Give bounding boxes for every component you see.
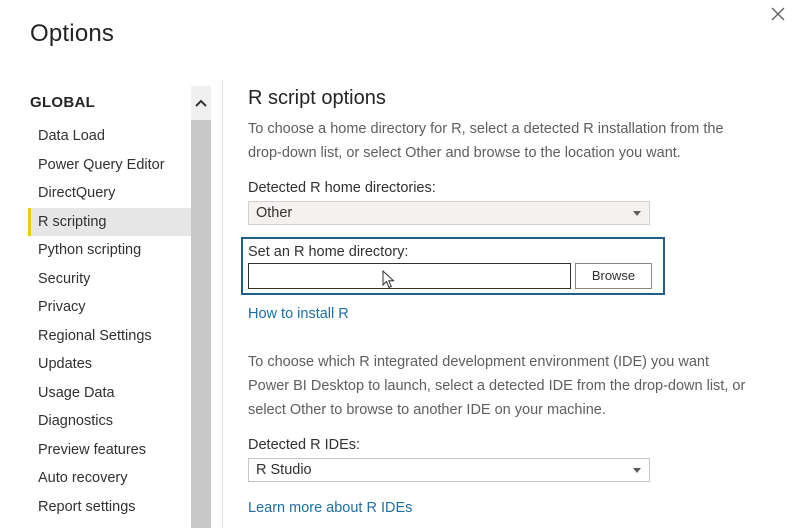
home-dirs-selected-value: Other bbox=[256, 205, 293, 221]
sidebar-item-directquery[interactable]: DirectQuery bbox=[28, 179, 192, 208]
section-header-global: GLOBAL bbox=[30, 94, 96, 111]
pane-divider bbox=[222, 80, 223, 528]
sidebar-nav: Data Load Power Query Editor DirectQuery… bbox=[28, 122, 192, 521]
intro-text: To choose a home directory for R, select… bbox=[248, 117, 748, 165]
learn-more-r-ides-link[interactable]: Learn more about R IDEs bbox=[248, 500, 412, 516]
close-button[interactable] bbox=[766, 2, 790, 26]
sidebar-item-data-load[interactable]: Data Load bbox=[28, 122, 192, 151]
ide-description-text: To choose which R integrated development… bbox=[248, 350, 748, 422]
sidebar-item-usage-data[interactable]: Usage Data bbox=[28, 379, 192, 408]
options-sidebar: GLOBAL Data Load Power Query Editor Dire… bbox=[28, 84, 192, 528]
sidebar-item-python-scripting[interactable]: Python scripting bbox=[28, 236, 192, 265]
sidebar-item-diagnostics[interactable]: Diagnostics bbox=[28, 407, 192, 436]
sidebar-item-updates[interactable]: Updates bbox=[28, 350, 192, 379]
sidebar-item-regional-settings[interactable]: Regional Settings bbox=[28, 322, 192, 351]
page-title: R script options bbox=[248, 87, 386, 109]
browse-button[interactable]: Browse bbox=[575, 263, 652, 289]
close-icon bbox=[771, 7, 785, 21]
scroll-up-button[interactable] bbox=[191, 86, 211, 120]
how-to-install-r-link[interactable]: How to install R bbox=[248, 306, 349, 322]
r-ide-dropdown[interactable]: R Studio bbox=[248, 458, 650, 482]
sidebar-item-report-settings[interactable]: Report settings bbox=[28, 493, 192, 522]
sidebar-item-r-scripting[interactable]: R scripting bbox=[28, 207, 192, 236]
home-dirs-label: Detected R home directories: bbox=[248, 180, 436, 196]
chevron-up-icon bbox=[195, 99, 207, 107]
home-dirs-dropdown[interactable]: Other bbox=[248, 201, 650, 225]
set-home-label: Set an R home directory: bbox=[248, 244, 409, 260]
chevron-down-icon bbox=[633, 468, 641, 473]
ide-line-1: To choose which R integrated development… bbox=[248, 354, 710, 370]
ide-label: Detected R IDEs: bbox=[248, 437, 361, 453]
ide-line-3: select Other to browse to another IDE on… bbox=[248, 402, 606, 418]
intro-line-1: To choose a home directory for R, select… bbox=[248, 121, 724, 137]
sidebar-scrollbar[interactable] bbox=[191, 86, 211, 528]
intro-line-2: drop-down list, or select Other and brow… bbox=[248, 145, 681, 161]
sidebar-item-power-query-editor[interactable]: Power Query Editor bbox=[28, 151, 192, 180]
r-ide-selected-value: R Studio bbox=[256, 462, 312, 478]
sidebar-item-security[interactable]: Security bbox=[28, 265, 192, 294]
r-home-directory-input[interactable] bbox=[248, 263, 571, 289]
chevron-down-icon bbox=[633, 211, 641, 216]
sidebar-item-privacy[interactable]: Privacy bbox=[28, 293, 192, 322]
sidebar-item-preview-features[interactable]: Preview features bbox=[28, 436, 192, 465]
sidebar-item-auto-recovery[interactable]: Auto recovery bbox=[28, 464, 192, 493]
ide-line-2: Power BI Desktop to launch, select a det… bbox=[248, 378, 746, 394]
scrollbar-thumb[interactable] bbox=[191, 120, 211, 528]
dialog-title: Options bbox=[30, 20, 115, 47]
options-dialog: Options GLOBAL Data Load Power Query Edi… bbox=[0, 0, 800, 528]
